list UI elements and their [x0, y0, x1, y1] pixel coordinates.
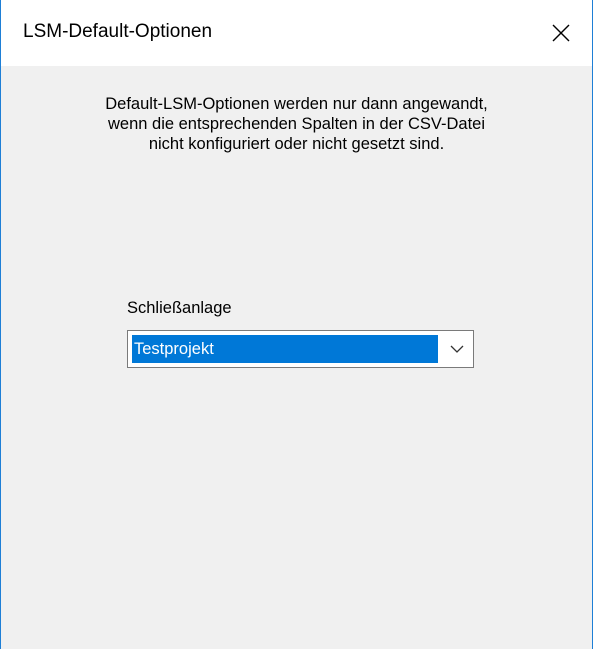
close-icon	[552, 24, 570, 42]
info-text: Default-LSM-Optionen werden nur dann ang…	[1, 94, 592, 154]
dialog-window: LSM-Default-Optionen Default-LSM-Optione…	[0, 0, 593, 649]
schliessanlage-label: Schließanlage	[127, 299, 232, 317]
window-title: LSM-Default-Optionen	[23, 21, 213, 42]
chevron-down-icon[interactable]	[449, 342, 465, 356]
dialog-body: Default-LSM-Optionen werden nur dann ang…	[1, 66, 592, 649]
schliessanlage-dropdown[interactable]: Testprojekt	[127, 330, 474, 368]
info-line-1: Default-LSM-Optionen werden nur dann ang…	[105, 95, 488, 113]
schliessanlage-selected-value[interactable]: Testprojekt	[132, 335, 438, 363]
info-line-3: nicht konfiguriert oder nicht gesetzt si…	[148, 135, 445, 153]
title-bar[interactable]: LSM-Default-Optionen	[1, 0, 592, 66]
close-button[interactable]	[530, 0, 592, 66]
info-line-2: wenn die entsprechenden Spalten in der C…	[108, 115, 485, 133]
